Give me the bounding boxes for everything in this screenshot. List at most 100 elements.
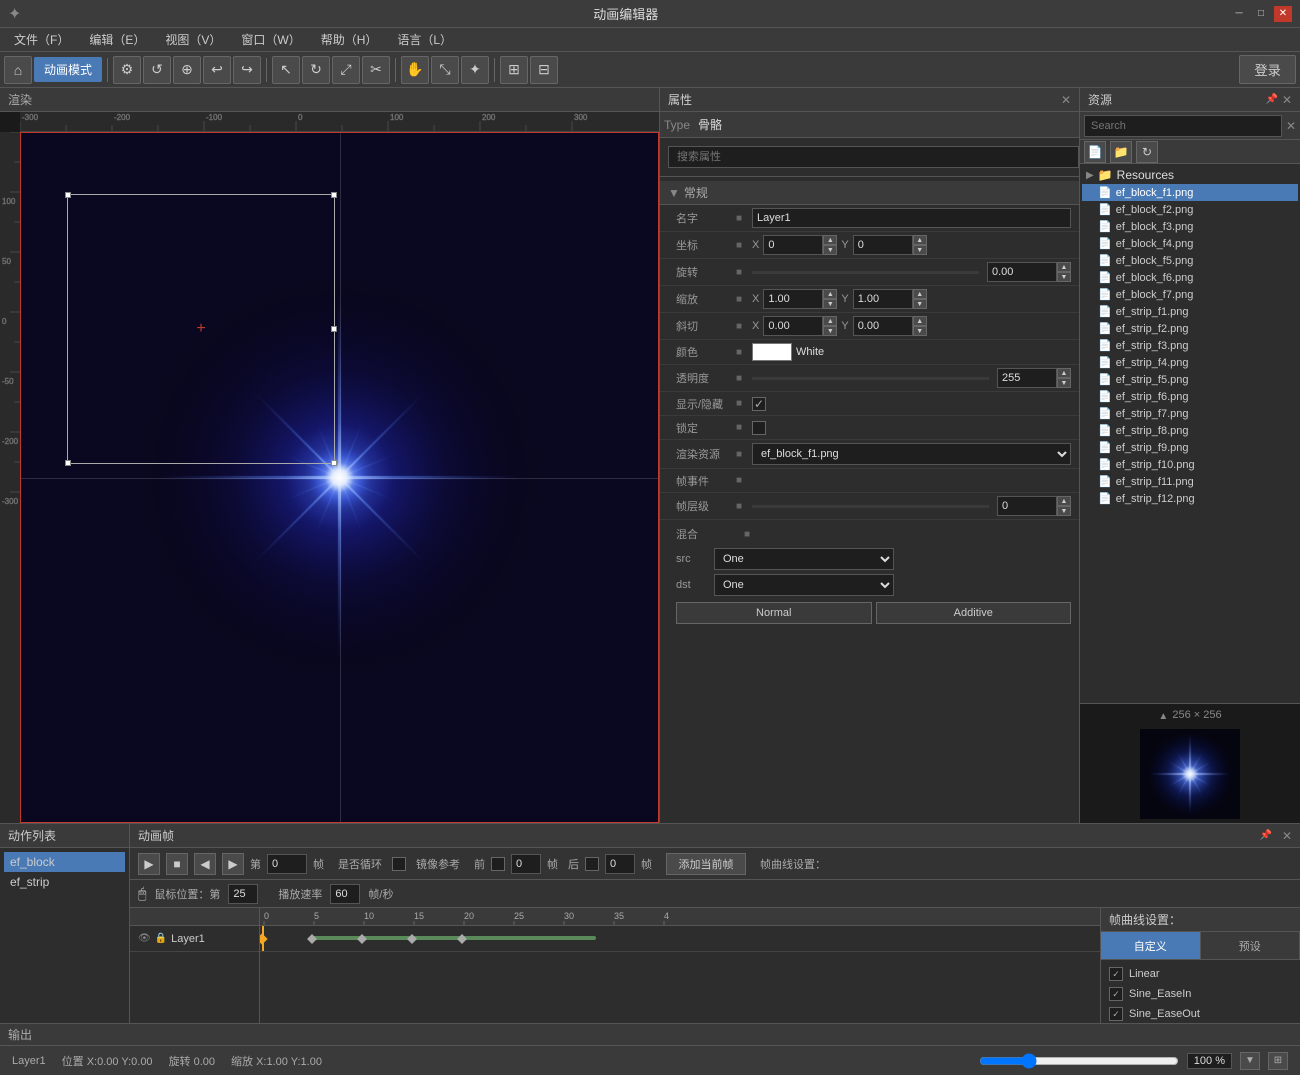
- menu-edit[interactable]: 编辑（E）: [79, 29, 155, 50]
- scale-x-input[interactable]: [763, 289, 823, 309]
- res-folder-resources[interactable]: ▶ 📁 Resources: [1082, 166, 1298, 184]
- track-content[interactable]: 0 5 10 15 20 25 30: [260, 908, 1100, 1023]
- skew-x-up[interactable]: ▲: [823, 316, 837, 326]
- res-item-15[interactable]: 📄 ef_strip_f9.png: [1082, 439, 1298, 456]
- stop-button[interactable]: ■: [166, 853, 188, 875]
- minimize-button[interactable]: ─: [1230, 6, 1248, 22]
- menu-window[interactable]: 窗口（W）: [231, 29, 310, 50]
- curve-tab-preset[interactable]: 预设: [1201, 932, 1300, 959]
- opacity-up[interactable]: ▲: [1057, 368, 1071, 378]
- opacity-input[interactable]: [997, 368, 1057, 388]
- curve-item-0[interactable]: ✓ Linear: [1105, 964, 1296, 984]
- cursor-value[interactable]: [228, 884, 258, 904]
- res-item-14[interactable]: 📄 ef_strip_f8.png: [1082, 422, 1298, 439]
- blend-normal-button[interactable]: Normal: [676, 602, 872, 624]
- preview-expand-icon[interactable]: ▲: [1158, 711, 1168, 722]
- skew-x-down[interactable]: ▼: [823, 326, 837, 336]
- res-item-9[interactable]: 📄 ef_strip_f3.png: [1082, 337, 1298, 354]
- action-item-1[interactable]: ef_strip: [4, 872, 125, 892]
- keyframe-0[interactable]: [260, 933, 268, 944]
- loop-checkbox[interactable]: [392, 857, 406, 871]
- rotation-spinners[interactable]: ▲▼: [1057, 262, 1071, 282]
- toolbar-tool1[interactable]: ⚙: [113, 56, 141, 84]
- rotation-up[interactable]: ▲: [1057, 262, 1071, 272]
- curve-tab-custom[interactable]: 自定义: [1101, 932, 1201, 959]
- toolbar-tool2[interactable]: ↺: [143, 56, 171, 84]
- render-canvas[interactable]: [20, 132, 659, 823]
- toolbar-cut[interactable]: ✂: [362, 56, 390, 84]
- toolbar-hand[interactable]: ✋: [401, 56, 429, 84]
- res-item-2[interactable]: 📄 ef_block_f3.png: [1082, 218, 1298, 235]
- scale-y-up[interactable]: ▲: [913, 289, 927, 299]
- toolbar-undo[interactable]: ↩: [203, 56, 231, 84]
- scale-x-up[interactable]: ▲: [823, 289, 837, 299]
- lock-checkbox[interactable]: [752, 421, 766, 435]
- res-item-11[interactable]: 📄 ef_strip_f5.png: [1082, 371, 1298, 388]
- res-item-5[interactable]: 📄 ef_block_f6.png: [1082, 269, 1298, 286]
- res-item-4[interactable]: 📄 ef_block_f5.png: [1082, 252, 1298, 269]
- toolbar-home[interactable]: ⌂: [4, 56, 32, 84]
- curve-check-2[interactable]: ✓: [1109, 1007, 1123, 1021]
- skew-y-spinners[interactable]: ▲▼: [913, 316, 927, 336]
- prop-name-input[interactable]: [752, 208, 1071, 228]
- props-close-icon[interactable]: ✕: [1061, 93, 1071, 107]
- toolbar-scale[interactable]: ⤢: [332, 56, 360, 84]
- close-button[interactable]: ✕: [1274, 6, 1292, 22]
- timeline-close-icon[interactable]: ✕: [1282, 829, 1292, 843]
- frame-level-spinners[interactable]: ▲▼: [1057, 496, 1071, 516]
- coord-y-spinners[interactable]: ▲▼: [913, 235, 927, 255]
- next-frames-input[interactable]: [605, 854, 635, 874]
- zoom-slider[interactable]: [979, 1053, 1179, 1069]
- next-frames-checkbox[interactable]: [585, 857, 599, 871]
- coord-y-down[interactable]: ▼: [913, 245, 927, 255]
- resources-pin-icon[interactable]: 📌: [1265, 94, 1277, 105]
- scale-y-spinners[interactable]: ▲▼: [913, 289, 927, 309]
- toolbar-redo[interactable]: ↪: [233, 56, 261, 84]
- rotation-down[interactable]: ▼: [1057, 272, 1071, 282]
- toolbar-zoom[interactable]: ⤡: [431, 56, 459, 84]
- menu-file[interactable]: 文件（F）: [4, 29, 79, 50]
- scale-y-input[interactable]: [853, 289, 913, 309]
- curve-check-1[interactable]: ✓: [1109, 987, 1123, 1001]
- track-lock-icon[interactable]: 🔒: [155, 933, 167, 944]
- frame-level-down[interactable]: ▼: [1057, 506, 1071, 516]
- coord-x-spinners[interactable]: ▲▼: [823, 235, 837, 255]
- res-item-3[interactable]: 📄 ef_block_f4.png: [1082, 235, 1298, 252]
- blend-src-select[interactable]: One Zero SrcAlpha: [714, 548, 894, 570]
- skew-x-input[interactable]: [763, 316, 823, 336]
- canvas-area[interactable]: -300 -200 -100 0 100 200 300: [0, 112, 659, 823]
- res-item-8[interactable]: 📄 ef_strip_f2.png: [1082, 320, 1298, 337]
- prev-frames-input[interactable]: [511, 854, 541, 874]
- curve-item-1[interactable]: ✓ Sine_EaseIn: [1105, 984, 1296, 1004]
- res-item-16[interactable]: 📄 ef_strip_f10.png: [1082, 456, 1298, 473]
- coord-x-input[interactable]: [763, 235, 823, 255]
- toolbar-rotate[interactable]: ↻: [302, 56, 330, 84]
- scale-x-spinners[interactable]: ▲▼: [823, 289, 837, 309]
- login-button[interactable]: 登录: [1239, 55, 1296, 84]
- toolbar-tool3[interactable]: ⊕: [173, 56, 201, 84]
- toolbar-bone[interactable]: ✦: [461, 56, 489, 84]
- res-refresh-btn[interactable]: ↻: [1136, 141, 1158, 163]
- coord-y-up[interactable]: ▲: [913, 235, 927, 245]
- frame-input[interactable]: [267, 854, 307, 874]
- timeline-pin-icon[interactable]: 📌: [1259, 830, 1271, 841]
- skew-y-down[interactable]: ▼: [913, 326, 927, 336]
- curve-item-2[interactable]: ✓ Sine_EaseOut: [1105, 1004, 1296, 1023]
- prev-frames-checkbox[interactable]: [491, 857, 505, 871]
- search-input[interactable]: [1084, 115, 1282, 137]
- skew-y-input[interactable]: [853, 316, 913, 336]
- menu-help[interactable]: 帮助（H）: [311, 29, 388, 50]
- res-item-0[interactable]: 📄 ef_block_f1.png: [1082, 184, 1298, 201]
- rotation-input[interactable]: [987, 262, 1057, 282]
- opacity-spinners[interactable]: ▲▼: [1057, 368, 1071, 388]
- fit-screen-button[interactable]: ⊞: [1268, 1052, 1288, 1070]
- toolbar-select[interactable]: ↖: [272, 56, 300, 84]
- skew-x-spinners[interactable]: ▲▼: [823, 316, 837, 336]
- frame-level-input[interactable]: [997, 496, 1057, 516]
- resources-close-icon[interactable]: ✕: [1282, 93, 1292, 107]
- menu-language[interactable]: 语言（L）: [387, 29, 462, 50]
- res-item-6[interactable]: 📄 ef_block_f7.png: [1082, 286, 1298, 303]
- res-item-7[interactable]: 📄 ef_strip_f1.png: [1082, 303, 1298, 320]
- animation-mode-button[interactable]: 动画模式: [34, 57, 102, 82]
- coord-x-up[interactable]: ▲: [823, 235, 837, 245]
